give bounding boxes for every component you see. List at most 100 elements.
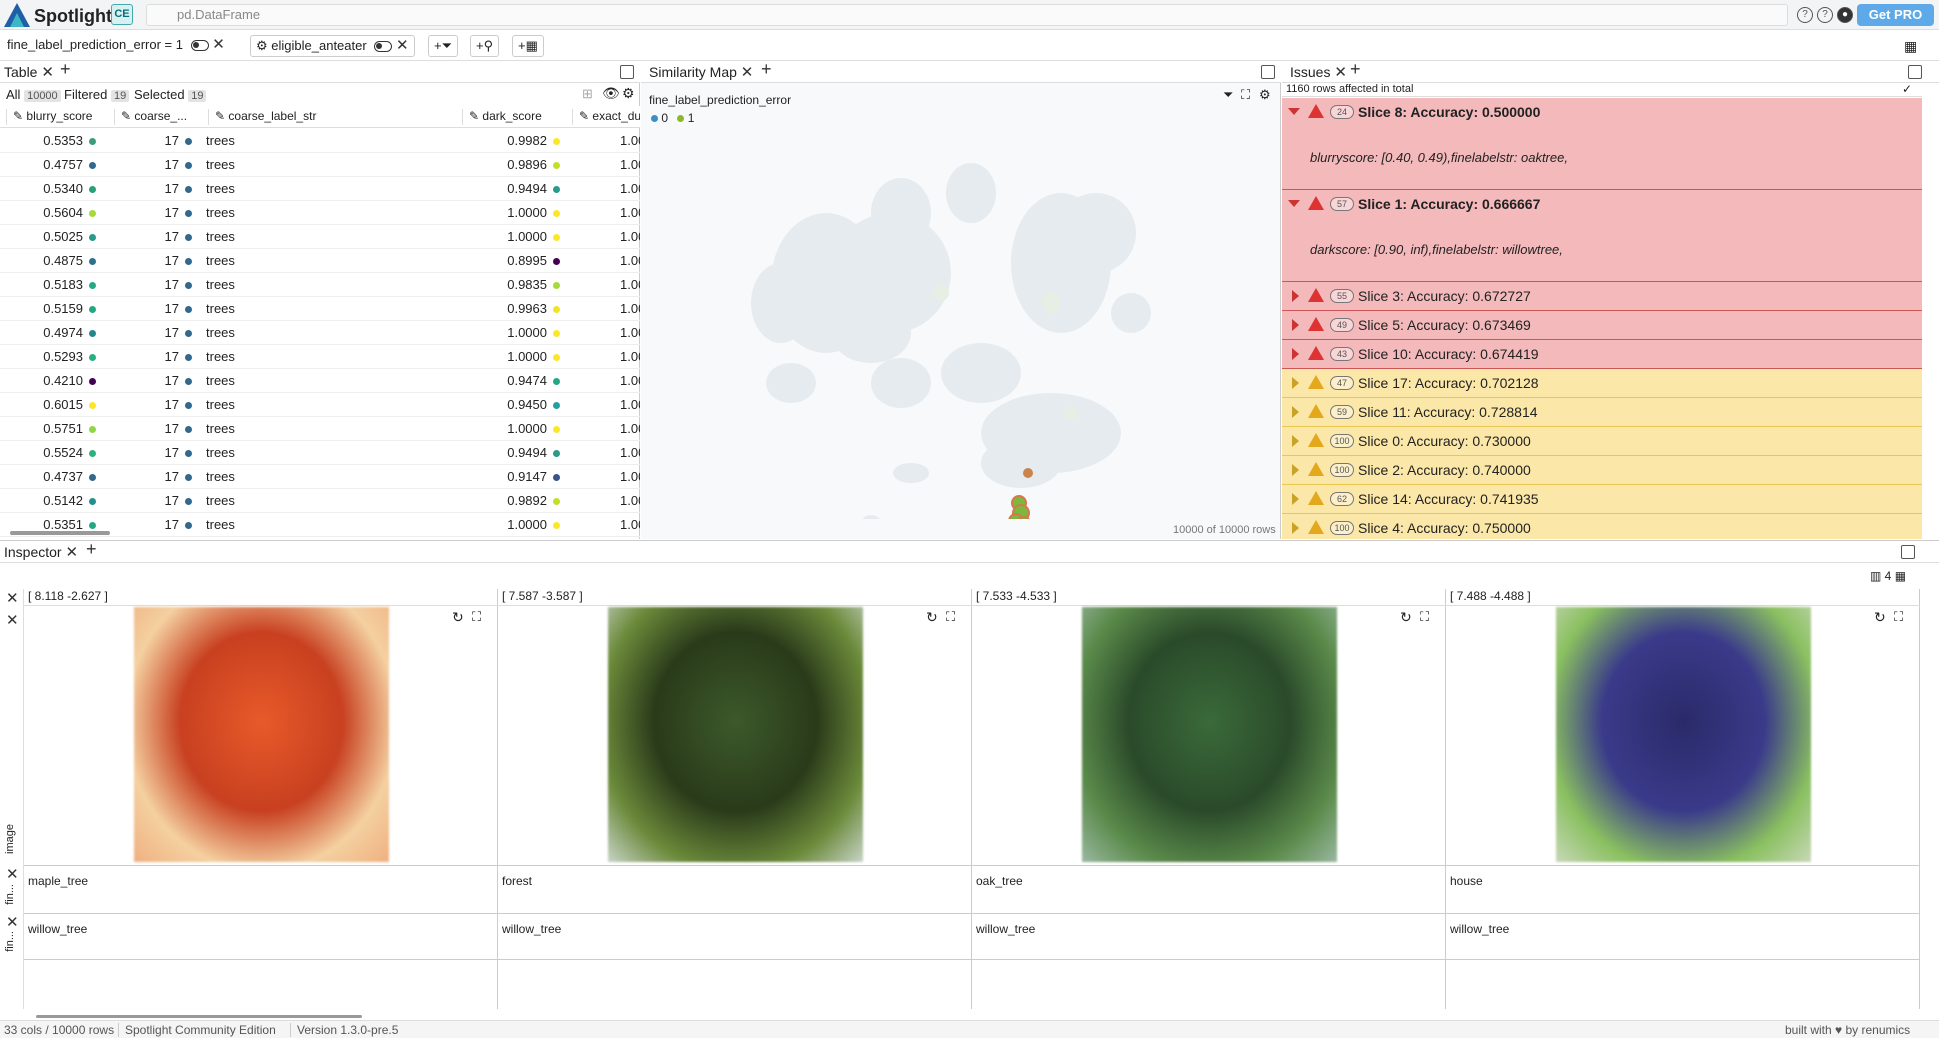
filter-label: fine_label_prediction_error = 1: [7, 37, 183, 52]
remove-filter-icon[interactable]: ✕: [396, 37, 409, 54]
table-row[interactable]: 0.4737 17 trees 0.9147 1.00: [0, 465, 640, 489]
inspector-card[interactable]: [ 7.587 -3.587 ] ↻ ⛶ forest willow_tree: [498, 589, 972, 1009]
expand-caret-icon[interactable]: [1292, 522, 1299, 534]
add-predicate-button[interactable]: +▦: [512, 35, 544, 57]
reset-icon[interactable]: ↻: [926, 609, 938, 626]
issue-item[interactable]: 47 Slice 17: Accuracy: 0.702128: [1282, 369, 1922, 398]
tab-table[interactable]: Table ✕: [0, 61, 54, 83]
view-selected[interactable]: Selected 19: [134, 87, 207, 102]
issue-item[interactable]: 59 Slice 11: Accuracy: 0.728814: [1282, 398, 1922, 427]
issue-item[interactable]: 100 Slice 0: Accuracy: 0.730000: [1282, 427, 1922, 456]
issue-item[interactable]: 100 Slice 2: Accuracy: 0.740000: [1282, 456, 1922, 485]
tab-issues[interactable]: Issues ✕: [1286, 61, 1347, 83]
filter-chip[interactable]: ⚙ eligible_anteater ✕: [250, 35, 415, 57]
table-row[interactable]: 0.5293 17 trees 1.0000 1.00: [0, 345, 640, 369]
remove-filter-icon[interactable]: ✕: [212, 36, 225, 53]
issue-item[interactable]: 49 Slice 5: Accuracy: 0.673469: [1282, 311, 1922, 340]
horizontal-scrollbar[interactable]: [36, 1015, 362, 1018]
table-row[interactable]: 0.5159 17 trees 0.9963 1.00: [0, 297, 640, 321]
filter-toggle[interactable]: [190, 40, 209, 52]
column-header-dark-score[interactable]: ✎ dark_score: [462, 109, 568, 125]
collapse-caret-icon[interactable]: [1288, 108, 1300, 115]
expand-caret-icon[interactable]: [1292, 290, 1299, 302]
inspector-card[interactable]: [ 7.533 -4.533 ] ↻ ⛶ oak_tree willow_tree: [972, 589, 1446, 1009]
maximize-icon[interactable]: [1901, 545, 1915, 559]
view-all[interactable]: All 10000: [6, 87, 61, 102]
table-row[interactable]: 0.4757 17 trees 0.9896 1.00: [0, 153, 640, 177]
fullscreen-icon[interactable]: ⛶: [472, 609, 481, 625]
reset-icon[interactable]: ↻: [1874, 609, 1886, 626]
fullscreen-icon[interactable]: ⛶: [1894, 609, 1903, 625]
get-pro-button[interactable]: Get PRO: [1857, 4, 1934, 26]
add-filter-button[interactable]: +⏷: [428, 35, 458, 57]
issue-item[interactable]: 100 Slice 4: Accuracy: 0.750000: [1282, 514, 1922, 539]
issue-item[interactable]: 43 Slice 10: Accuracy: 0.674419: [1282, 340, 1922, 369]
add-tab-icon[interactable]: +: [1350, 59, 1361, 80]
expand-caret-icon[interactable]: [1292, 377, 1299, 389]
table-row[interactable]: 0.5604 17 trees 1.0000 1.00: [0, 201, 640, 225]
layout-icon[interactable]: ▦: [1904, 38, 1917, 55]
close-row-icon[interactable]: ✕: [6, 913, 19, 931]
fullscreen-icon[interactable]: ⛶: [946, 609, 955, 625]
table-row[interactable]: 0.5142 17 trees 0.9892 1.00: [0, 489, 640, 513]
close-row-icon[interactable]: ✕: [6, 589, 19, 607]
column-header-blurry-score[interactable]: ✎ blurry_score: [6, 109, 110, 125]
dataset-path-field[interactable]: pd.DataFrame: [146, 4, 1788, 26]
add-similarity-filter-button[interactable]: +⚲: [470, 35, 500, 57]
inspector-card[interactable]: [ 8.118 -2.627 ] ↻ ⛶ maple_tree willow_tree: [24, 589, 498, 1009]
table-row[interactable]: 0.5353 17 trees 0.9982 1.00: [0, 129, 640, 153]
filter-toggle[interactable]: [374, 41, 393, 53]
tab-similarity-map[interactable]: Similarity Map ✕: [645, 61, 753, 83]
expand-caret-icon[interactable]: [1292, 493, 1299, 505]
cell-blurry-score: 0.5604: [0, 205, 96, 220]
settings-icon[interactable]: ⚙: [622, 85, 635, 102]
sort-icon[interactable]: ⊞: [582, 86, 593, 102]
close-row-icon[interactable]: ✕: [6, 611, 19, 629]
column-header-coarse[interactable]: ✎ coarse_...: [114, 109, 208, 125]
expand-caret-icon[interactable]: [1292, 464, 1299, 476]
inspector-card[interactable]: [ 7.488 -4.488 ] ↻ ⛶ house willow_tree: [1446, 589, 1920, 1009]
issue-item[interactable]: 55 Slice 3: Accuracy: 0.672727: [1282, 282, 1922, 311]
expand-caret-icon[interactable]: [1292, 348, 1299, 360]
issue-item[interactable]: 62 Slice 14: Accuracy: 0.741935: [1282, 485, 1922, 514]
table-row[interactable]: 0.5025 17 trees 1.0000 1.00: [0, 225, 640, 249]
reset-icon[interactable]: ↻: [452, 609, 464, 626]
eye-icon[interactable]: 👁: [602, 85, 620, 102]
add-tab-icon[interactable]: +: [60, 59, 71, 80]
tab-inspector[interactable]: Inspector ✕: [0, 541, 78, 563]
horizontal-scrollbar[interactable]: [10, 531, 110, 535]
column-header-exact-du[interactable]: ✎ exact_du: [572, 109, 640, 125]
maximize-icon[interactable]: [1908, 65, 1922, 79]
similarity-scatter[interactable]: [641, 83, 1281, 519]
table-row[interactable]: 0.4210 17 trees 0.9474 1.00: [0, 369, 640, 393]
column-header-coarse-label-str[interactable]: ✎ coarse_label_str: [208, 109, 458, 125]
columns-selector[interactable]: ▥ 4 ▦: [1870, 569, 1906, 583]
collapse-caret-icon[interactable]: [1288, 200, 1300, 207]
maximize-icon[interactable]: [620, 65, 634, 79]
add-tab-icon[interactable]: +: [761, 59, 772, 80]
check-icon[interactable]: ✓: [1902, 82, 1912, 96]
maximize-icon[interactable]: [1261, 65, 1275, 79]
expand-caret-icon[interactable]: [1292, 319, 1299, 331]
github-icon[interactable]: ●: [1837, 7, 1853, 23]
expand-caret-icon[interactable]: [1292, 406, 1299, 418]
add-tab-icon[interactable]: +: [86, 539, 97, 560]
table-row[interactable]: 0.5183 17 trees 0.9835 1.00: [0, 273, 640, 297]
filter-chip[interactable]: fine_label_prediction_error = 1 ✕: [2, 35, 230, 57]
issue-item[interactable]: 24 Slice 8: Accuracy: 0.500000 blurryscore…: [1282, 98, 1922, 190]
fullscreen-icon[interactable]: ⛶: [1420, 609, 1429, 625]
close-row-icon[interactable]: ✕: [6, 865, 19, 883]
table-row[interactable]: 0.4875 17 trees 0.8995 1.00: [0, 249, 640, 273]
table-row[interactable]: 0.5751 17 trees 1.0000 1.00: [0, 417, 640, 441]
value-color-dot: [185, 330, 192, 338]
expand-caret-icon[interactable]: [1292, 435, 1299, 447]
info-icon[interactable]: ?: [1817, 7, 1833, 23]
help-icon[interactable]: ?: [1797, 7, 1813, 23]
table-row[interactable]: 0.6015 17 trees 0.9450 1.00: [0, 393, 640, 417]
issue-item[interactable]: 57 Slice 1: Accuracy: 0.666667 darkscore: …: [1282, 190, 1922, 282]
table-row[interactable]: 0.4974 17 trees 1.0000 1.00: [0, 321, 640, 345]
reset-icon[interactable]: ↻: [1400, 609, 1412, 626]
table-row[interactable]: 0.5340 17 trees 0.9494 1.00: [0, 177, 640, 201]
table-row[interactable]: 0.5524 17 trees 0.9494 1.00: [0, 441, 640, 465]
view-filtered[interactable]: Filtered 19: [64, 87, 130, 102]
